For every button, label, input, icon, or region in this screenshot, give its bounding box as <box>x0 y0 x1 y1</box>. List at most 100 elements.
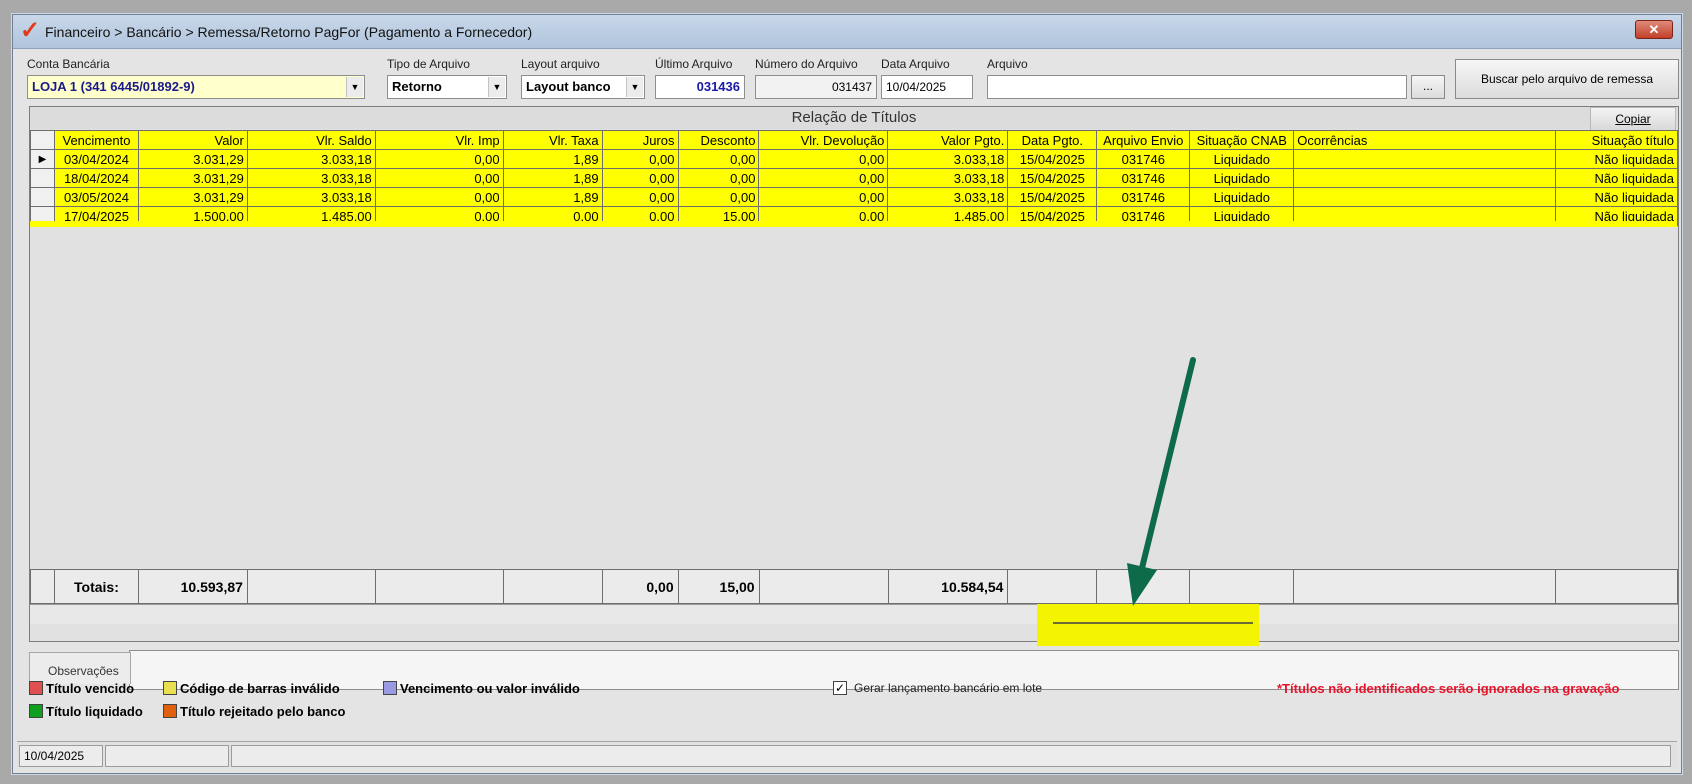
column-header[interactable]: Arquivo Envio <box>1096 130 1191 150</box>
copy-button[interactable]: Copiar <box>1590 107 1676 131</box>
table-cell: 3.033,18 <box>246 187 376 207</box>
totals-indicator <box>30 569 55 604</box>
column-header[interactable]: Desconto <box>677 130 760 150</box>
legend-label: Título liquidado <box>46 704 143 719</box>
table-cell: 0,00 <box>374 187 504 207</box>
table-row[interactable]: 18/04/2024 3.031,29 3.033,18 0,00 1,89 0… <box>30 168 1679 188</box>
tab-observacoes[interactable]: Observações <box>29 652 131 684</box>
current-row-marker-icon: ▶ <box>30 149 55 169</box>
column-header[interactable]: Valor <box>137 130 248 150</box>
column-header[interactable]: Valor Pgto. <box>887 130 1009 150</box>
horizontal-scrollbar[interactable] <box>30 604 1678 624</box>
table-cell: 3.033,18 <box>246 149 376 169</box>
legend-vencimento-invalido: Vencimento ou valor inválido <box>383 681 580 696</box>
totals-valor: 10.593,87 <box>137 569 248 604</box>
chevron-down-icon[interactable]: ▼ <box>488 77 505 97</box>
table-cell: 0,00 <box>758 149 889 169</box>
table-cell: 1,89 <box>502 168 603 188</box>
totals-cell <box>1189 569 1295 604</box>
conta-bancaria-value: LOJA 1 (341 6445/01892-9) <box>32 79 195 94</box>
totals-desconto: 15,00 <box>677 569 760 604</box>
layout-arquivo-label: Layout arquivo <box>521 57 600 71</box>
column-header[interactable]: Vlr. Imp <box>374 130 504 150</box>
titulos-grid: Relação de Títulos Copiar Vencimento Val… <box>29 106 1679 642</box>
table-cell: 18/04/2024 <box>53 168 139 188</box>
table-cell: 0,00 <box>677 149 760 169</box>
green-swatch-icon <box>29 704 43 718</box>
table-cell: 3.031,29 <box>137 149 248 169</box>
table-row[interactable]: 03/05/2024 3.031,29 3.033,18 0,00 1,89 0… <box>30 187 1679 207</box>
table-cell: 0,00 <box>374 168 504 188</box>
numero-arquivo-field[interactable]: 031437 <box>755 75 877 99</box>
legend-titulo-rejeitado: Título rejeitado pelo banco <box>163 704 345 719</box>
annotation-highlight-line <box>1053 622 1253 624</box>
buscar-remessa-button[interactable]: Buscar pelo arquivo de remessa <box>1455 59 1679 99</box>
status-panel-3 <box>231 745 1671 767</box>
table-cell: 0,00 <box>374 149 504 169</box>
row-indicator-header <box>30 130 55 150</box>
gerar-lancamento-checkbox[interactable]: ✓ <box>833 681 847 695</box>
table-cell: Liquidado <box>1189 187 1295 207</box>
table-cell: 0,00 <box>601 168 679 188</box>
column-header[interactable]: Juros <box>601 130 679 150</box>
arquivo-label: Arquivo <box>987 57 1028 71</box>
column-header[interactable]: Situação título <box>1554 130 1679 150</box>
window-title: Financeiro > Bancário > Remessa/Retorno … <box>45 24 533 40</box>
totals-cell <box>1293 569 1557 604</box>
totals-label: Totais: <box>53 569 139 604</box>
browse-file-button[interactable]: ... <box>1411 75 1445 99</box>
tipo-arquivo-select[interactable]: Retorno ▼ <box>387 75 507 99</box>
table-header-row: Vencimento Valor Vlr. Saldo Vlr. Imp Vlr… <box>30 130 1679 150</box>
chevron-down-icon[interactable]: ▼ <box>626 77 643 97</box>
conta-bancaria-select[interactable]: LOJA 1 (341 6445/01892-9) ▼ <box>27 75 365 99</box>
yellow-swatch-icon <box>163 681 177 695</box>
table-row[interactable]: ▶ 03/04/2024 3.031,29 3.033,18 0,00 1,89… <box>30 149 1679 169</box>
table-cell <box>1293 187 1556 207</box>
relacao-titulos-title: Relação de Títulos <box>30 107 1678 129</box>
table-cell: 031746 <box>1096 187 1191 207</box>
totals-juros: 0,00 <box>601 569 679 604</box>
app-check-icon: ✓ <box>19 17 41 44</box>
column-header[interactable]: Vlr. Devolução <box>758 130 889 150</box>
table-cell: 3.033,18 <box>887 168 1009 188</box>
layout-arquivo-select[interactable]: Layout banco ▼ <box>521 75 645 99</box>
annotation-highlight-box <box>1037 604 1259 646</box>
table-cell: 15/04/2025 <box>1007 168 1098 188</box>
column-header[interactable]: Vlr. Saldo <box>246 130 376 150</box>
table-cell: 031746 <box>1096 149 1191 169</box>
table-cell: 3.031,29 <box>137 187 248 207</box>
column-header[interactable]: Vlr. Taxa <box>502 130 603 150</box>
table-cell: 1,89 <box>502 149 603 169</box>
table-cell: 3.033,18 <box>246 168 376 188</box>
column-header[interactable]: Vencimento <box>53 130 139 150</box>
title-bar: ✓ Financeiro > Bancário > Remessa/Retorn… <box>13 15 1681 49</box>
totals-cell <box>1007 569 1098 604</box>
status-panel-2 <box>105 745 229 767</box>
titulos-table: Vencimento Valor Vlr. Saldo Vlr. Imp Vlr… <box>30 130 1679 226</box>
column-header[interactable]: Situação CNAB <box>1189 130 1295 150</box>
legend-label: Título vencido <box>46 681 135 696</box>
totals-row: Totais: 10.593,87 0,00 15,00 10.584,54 <box>30 569 1678 604</box>
table-cell: 3.031,29 <box>137 168 248 188</box>
orange-swatch-icon <box>163 704 177 718</box>
totals-cell <box>1555 569 1678 604</box>
table-cell: Não liquidada <box>1554 168 1679 188</box>
ultimo-arquivo-label: Último Arquivo <box>655 57 733 71</box>
totals-cell <box>1096 569 1191 604</box>
column-header[interactable]: Ocorrências <box>1293 130 1556 150</box>
arquivo-field[interactable] <box>987 75 1407 99</box>
ultimo-arquivo-field[interactable]: 031436 <box>655 75 745 99</box>
data-arquivo-field[interactable]: 10/04/2025 <box>881 75 973 99</box>
column-header[interactable]: Data Pgto. <box>1007 130 1098 150</box>
pagfor-window: ✓ Financeiro > Bancário > Remessa/Retorn… <box>12 14 1682 774</box>
chevron-down-icon[interactable]: ▼ <box>346 77 363 97</box>
table-cell <box>1293 168 1556 188</box>
data-arquivo-label: Data Arquivo <box>881 57 950 71</box>
table-cell: 0,00 <box>677 187 760 207</box>
red-swatch-icon <box>29 681 43 695</box>
table-cell: 0,00 <box>601 149 679 169</box>
table-cell: 0,00 <box>758 187 889 207</box>
close-button[interactable]: ✕ <box>1635 20 1673 39</box>
legend-titulo-liquidado: Título liquidado <box>29 704 143 719</box>
legend-label: Título rejeitado pelo banco <box>180 704 346 719</box>
